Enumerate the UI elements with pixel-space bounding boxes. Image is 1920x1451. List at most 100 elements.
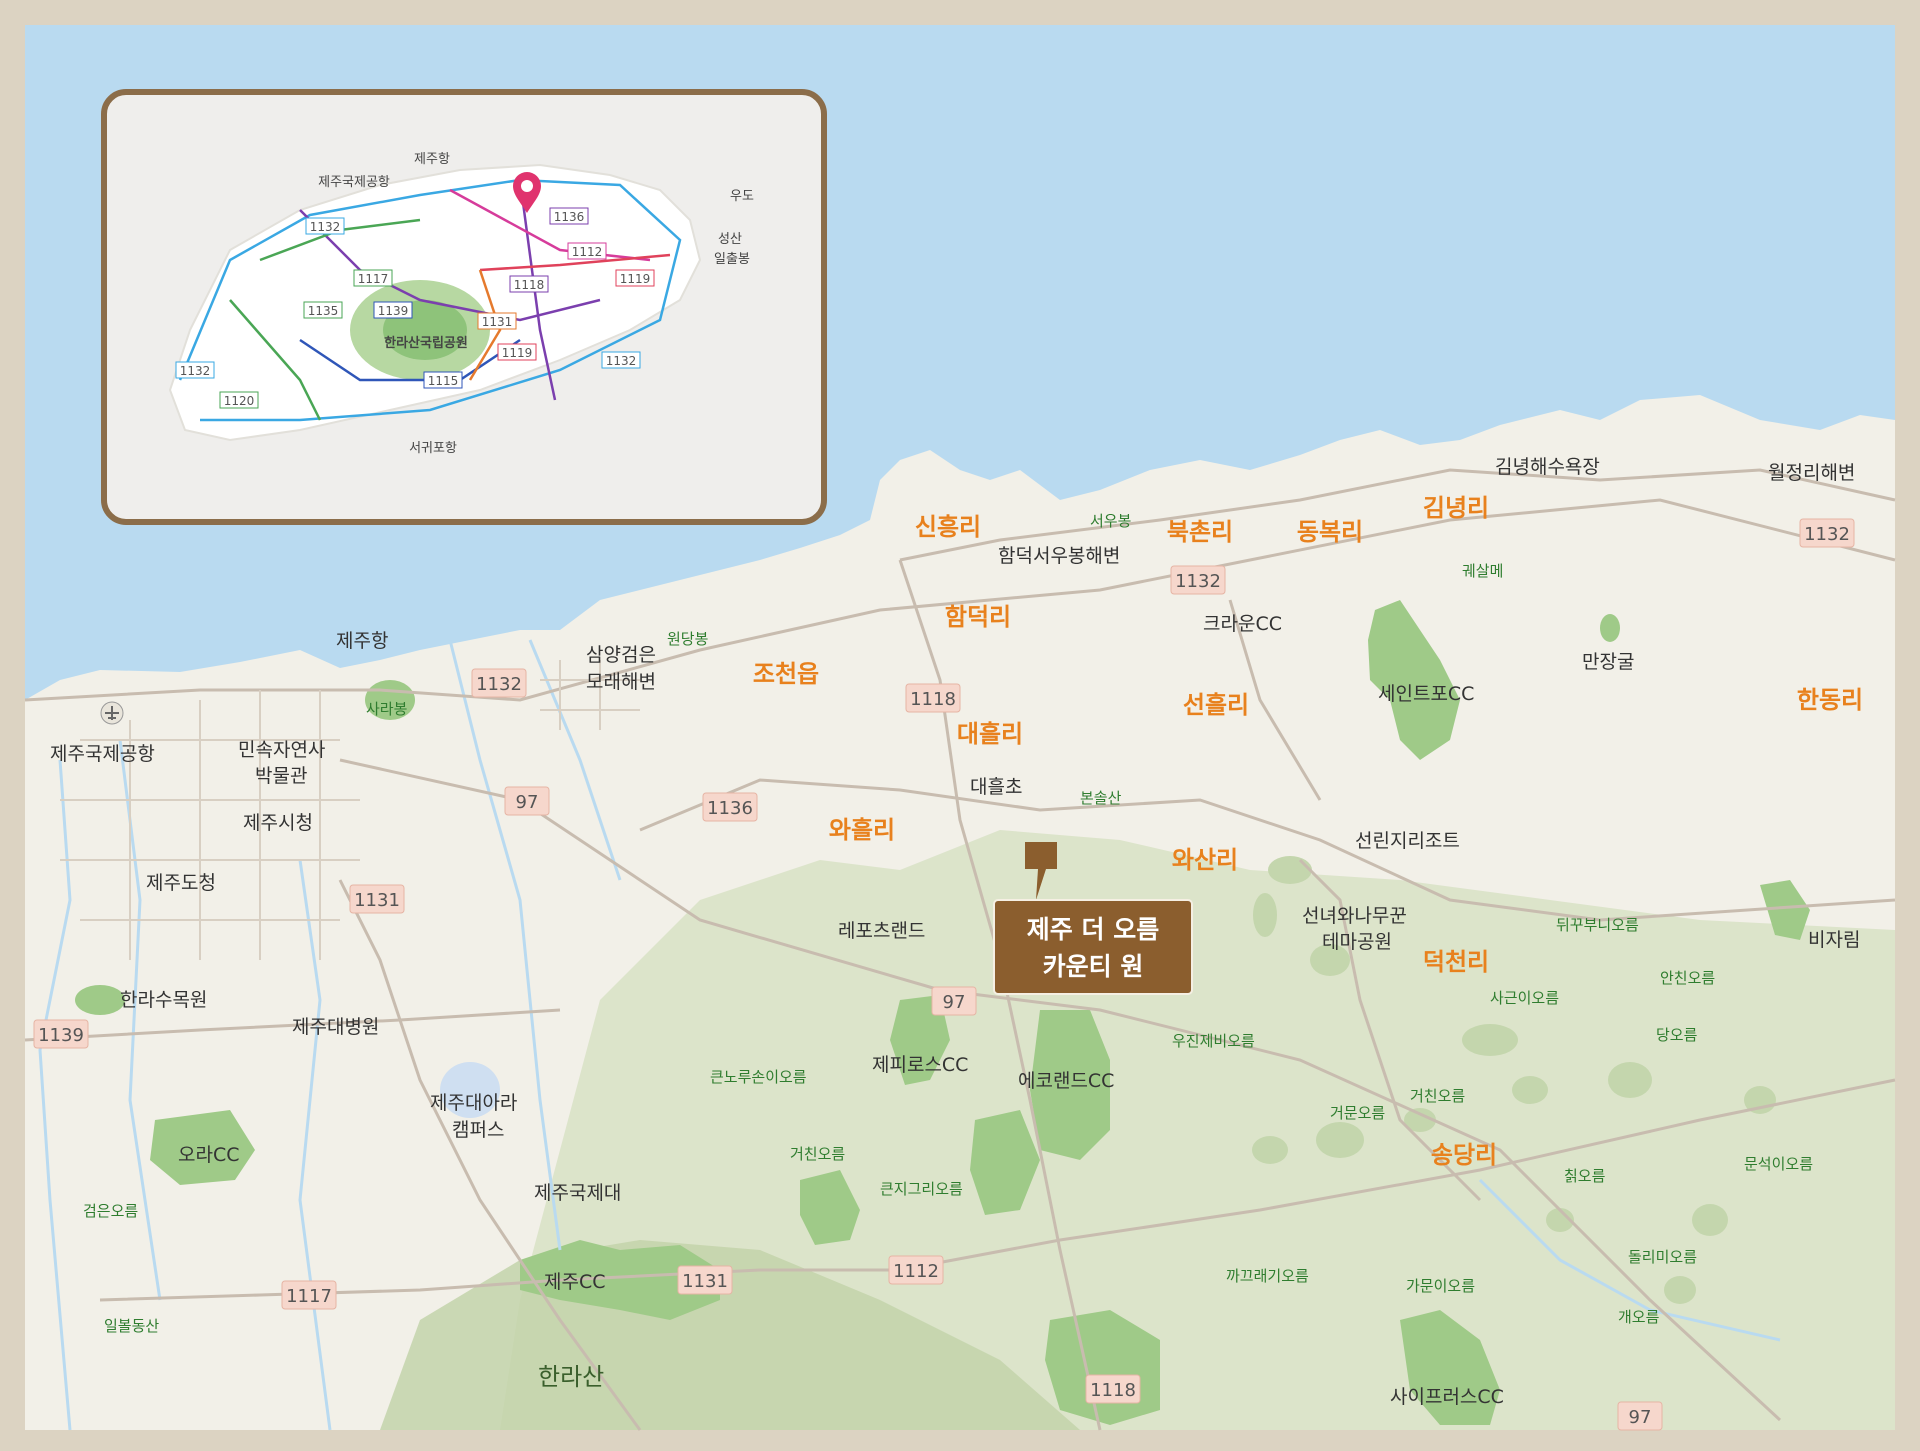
inset-map: 제주항 제주국제공항 우도 성산 일출봉 한라산국립공원 서귀포항 1132 1… bbox=[101, 89, 827, 525]
village-label: 조천읍 bbox=[753, 660, 819, 688]
road-number: 97 bbox=[1629, 1407, 1652, 1428]
oreum-patch bbox=[1253, 893, 1277, 937]
village-label: 와흘리 bbox=[829, 816, 895, 844]
inset-place-label: 우도 bbox=[730, 189, 754, 204]
inset-road-number: 1119 bbox=[620, 272, 651, 286]
road-number: 97 bbox=[516, 792, 539, 813]
oreum-label: 큰노루손이오름 bbox=[710, 1068, 807, 1086]
oreum-label: 검은오름 bbox=[83, 1202, 138, 1220]
airport-icon bbox=[100, 701, 124, 725]
callout-subtitle: 카운티 원 bbox=[1043, 952, 1144, 981]
oreum-label: 문석이오름 bbox=[1744, 1155, 1813, 1173]
village-label: 함덕리 bbox=[945, 603, 1011, 631]
oreum-label: 궤살메 bbox=[1462, 562, 1503, 580]
inset-road-shield: 1118 bbox=[509, 275, 549, 293]
place-label: 선녀와나무꾼 bbox=[1302, 905, 1407, 927]
place-label: 오라CC bbox=[178, 1144, 240, 1166]
inset-place-label: 서귀포항 bbox=[409, 441, 457, 456]
map-stage: 신흥리 북촌리 동복리 김녕리 함덕리 조천읍 대흘리 선흘리 한동리 와흘리 … bbox=[0, 0, 1920, 1451]
place-label: 제피로스CC bbox=[872, 1054, 968, 1076]
place-label: 모래해변 bbox=[586, 671, 656, 693]
village-label: 송당리 bbox=[1431, 1141, 1497, 1169]
inset-road-number: 1135 bbox=[308, 304, 339, 318]
inset-place-label: 한라산국립공원 bbox=[384, 335, 468, 351]
inset-road-number: 1139 bbox=[378, 304, 409, 318]
inset-road-shield: 1136 bbox=[549, 207, 589, 225]
region-map: 신흥리 북촌리 동복리 김녕리 함덕리 조천읍 대흘리 선흘리 한동리 와흘리 … bbox=[0, 0, 1920, 1451]
road-number: 1131 bbox=[354, 890, 400, 911]
road-shield: 1136 bbox=[702, 792, 758, 822]
road-shield: 97 bbox=[931, 986, 977, 1016]
oreum-label: 까끄래기오름 bbox=[1226, 1267, 1309, 1285]
oreum-patch bbox=[1268, 856, 1312, 884]
callout-title: 제주 더 오름 bbox=[1027, 915, 1159, 944]
inset-place-label: 성산 bbox=[718, 232, 742, 247]
oreum-label: 큰지그리오름 bbox=[880, 1180, 963, 1198]
oreum-patch bbox=[1462, 1024, 1518, 1056]
inset-road-number: 1119 bbox=[502, 346, 533, 360]
road-number: 1131 bbox=[682, 1271, 728, 1292]
place-label: 함덕서우봉해변 bbox=[998, 545, 1120, 567]
oreum-label: 칡오름 bbox=[1564, 1167, 1606, 1185]
inset-road-number: 1132 bbox=[606, 354, 637, 368]
place-label: 레포츠랜드 bbox=[838, 920, 925, 942]
road-number: 1136 bbox=[707, 798, 753, 819]
place-label: 대흘초 bbox=[970, 776, 1022, 798]
village-label: 대흘리 bbox=[957, 720, 1023, 748]
inset-road-number: 1131 bbox=[482, 315, 513, 329]
inset-road-shield: 1115 bbox=[423, 371, 463, 389]
oreum-label: 사라봉 bbox=[366, 700, 407, 718]
place-label: 사이프러스CC bbox=[1390, 1386, 1504, 1408]
village-label: 와산리 bbox=[1172, 846, 1238, 874]
road-number: 1132 bbox=[1804, 524, 1850, 545]
road-shield: 1131 bbox=[677, 1265, 733, 1295]
place-label: 크라운CC bbox=[1203, 613, 1282, 635]
inset-road-shield: 1112 bbox=[567, 242, 607, 260]
place-label: 에코랜드CC bbox=[1018, 1070, 1114, 1092]
inset-road-shield: 1132 bbox=[305, 217, 345, 235]
place-label: 제주CC bbox=[544, 1271, 606, 1293]
oreum-label: 당오름 bbox=[1656, 1026, 1698, 1044]
place-label: 한라수목원 bbox=[120, 989, 207, 1011]
oreum-label: 거문오름 bbox=[1330, 1104, 1385, 1122]
inset-road-number: 1112 bbox=[572, 245, 603, 259]
inset-road-shield: 1139 bbox=[373, 301, 413, 319]
manjanggul-area bbox=[1600, 614, 1620, 642]
inset-place-label: 제주국제공항 bbox=[318, 175, 390, 190]
village-label: 한동리 bbox=[1797, 686, 1863, 714]
oreum-label: 본솔산 bbox=[1080, 789, 1122, 807]
place-label: 김녕해수욕장 bbox=[1495, 456, 1600, 478]
oreum-label: 안친오름 bbox=[1660, 969, 1715, 987]
inset-road-shield: 1132 bbox=[601, 351, 641, 369]
oreum-patch bbox=[1316, 1122, 1364, 1158]
road-shield: 97 bbox=[1617, 1401, 1663, 1431]
place-label: 민속자연사 bbox=[238, 739, 325, 761]
road-number: 1118 bbox=[910, 689, 956, 710]
road-number: 1132 bbox=[476, 674, 522, 695]
inset-road-shield: 1135 bbox=[303, 301, 343, 319]
road-shield: 1132 bbox=[1170, 565, 1226, 595]
inset-road-number: 1132 bbox=[310, 220, 341, 234]
oreum-patch bbox=[1692, 1204, 1728, 1236]
inset-road-shield: 1120 bbox=[219, 391, 259, 409]
place-label: 캠퍼스 bbox=[452, 1119, 504, 1141]
place-label: 삼양검은 bbox=[586, 644, 656, 666]
oreum-patch bbox=[1512, 1076, 1548, 1104]
inset-place-label: 제주항 bbox=[414, 152, 450, 167]
mountain-label: 한라산 bbox=[538, 1363, 604, 1391]
place-label: 제주국제공항 bbox=[50, 743, 155, 765]
village-label: 선흘리 bbox=[1183, 691, 1249, 719]
inset-road-shield: 1132 bbox=[175, 361, 215, 379]
target-marker bbox=[1025, 842, 1057, 869]
road-shield: 1132 bbox=[471, 668, 527, 698]
road-shield: 1139 bbox=[33, 1019, 89, 1049]
place-label: 월정리해변 bbox=[1768, 462, 1855, 484]
road-shield: 1118 bbox=[1085, 1374, 1141, 1404]
oreum-label: 거친오름 bbox=[1410, 1087, 1465, 1105]
oreum-label: 거친오름 bbox=[790, 1145, 845, 1163]
oreum-label: 서우봉 bbox=[1090, 512, 1131, 530]
oreum-label: 가문이오름 bbox=[1406, 1277, 1475, 1295]
place-label: 테마공원 bbox=[1322, 931, 1392, 953]
place-label: 제주도청 bbox=[146, 872, 216, 894]
inset-road-shield: 1131 bbox=[477, 312, 517, 330]
